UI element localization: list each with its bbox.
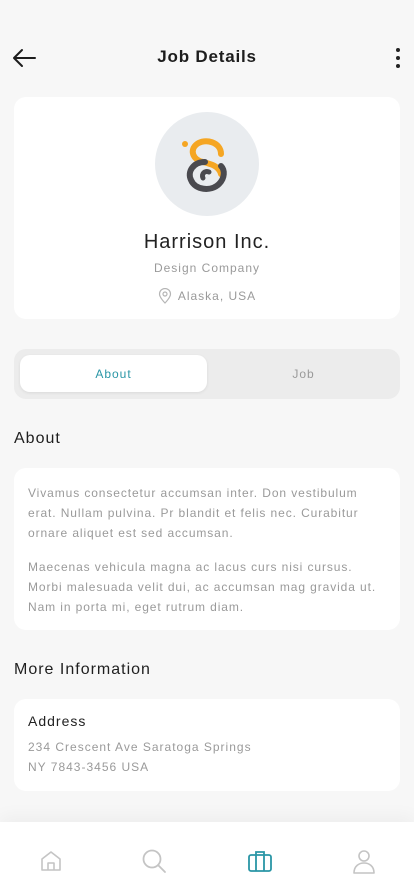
about-card: Vivamus consectetur accumsan inter. Don … [14,468,400,630]
company-type: Design Company [153,261,261,275]
dot-icon [396,64,400,68]
company-location: Alaska, USA [14,288,400,304]
company-logo [155,112,259,216]
address-label: Address [28,713,87,729]
about-section-title: About [14,430,61,447]
nav-jobs[interactable] [245,846,275,876]
about-paragraph: Maecenas vehicula magna ac lacus curs ni… [28,560,377,614]
company-card: Harrison Inc. Design Company Alaska, USA [14,97,400,319]
tab-about[interactable]: About [20,355,207,392]
more-info-section-title: More Information [14,661,151,678]
bottom-nav [0,822,414,896]
dot-icon [396,48,400,52]
location-text: Alaska, USA [177,289,257,303]
search-icon [142,849,166,873]
profile-icon [353,850,375,874]
company-logo-icon [182,138,227,192]
tab-bar: About Job [14,349,400,399]
address-card: Address 234 Crescent Ave Saratoga Spring… [14,699,400,791]
nav-search[interactable] [139,846,169,876]
nav-home[interactable] [36,846,66,876]
briefcase-icon [248,851,272,872]
home-icon [41,851,61,871]
company-name: Harrison Inc. [143,231,271,253]
more-options-button[interactable] [390,44,406,72]
address-line: NY 7843-3456 USA [28,760,150,774]
address-line: 234 Crescent Ave Saratoga Springs [28,740,252,754]
tab-job[interactable]: Job [210,355,397,392]
about-paragraph: Vivamus consectetur accumsan inter. Don … [28,486,359,540]
nav-profile[interactable] [349,846,379,876]
dot-icon [396,56,400,60]
page-title: Job Details [157,47,257,66]
location-pin-icon [158,288,171,304]
